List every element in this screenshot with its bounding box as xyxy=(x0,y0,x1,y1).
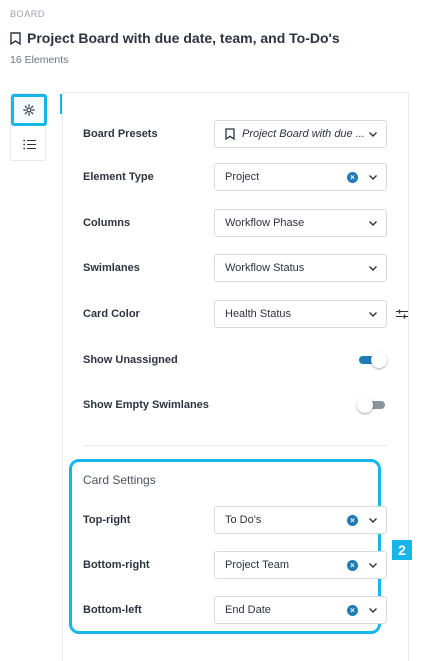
chevron-down-icon xyxy=(369,175,377,180)
bookmark-icon xyxy=(10,31,21,45)
board-settings-panel: Board Presets Project Board with due ...… xyxy=(62,92,409,661)
bottom-left-select[interactable]: End Date × xyxy=(214,596,387,624)
chevron-down-icon xyxy=(369,132,377,137)
card-settings-title: Card Settings xyxy=(83,473,156,487)
list-tab-button[interactable] xyxy=(13,130,45,158)
side-rail xyxy=(10,93,47,161)
show-empty-swimlanes-label: Show Empty Swimlanes xyxy=(83,399,209,411)
list-icon xyxy=(22,139,36,149)
card-color-row: Card Color Health Status xyxy=(83,300,408,328)
element-type-label: Element Type xyxy=(83,171,154,183)
toggle-knob xyxy=(357,397,373,413)
settings-tab-button[interactable] xyxy=(11,94,47,126)
gear-icon xyxy=(23,104,35,116)
chevron-down-icon xyxy=(369,563,377,568)
clear-icon[interactable]: × xyxy=(347,171,358,183)
page-title: Project Board with due date, team, and T… xyxy=(27,30,340,46)
show-unassigned-toggle[interactable] xyxy=(359,352,387,368)
board-title-row: Project Board with due date, team, and T… xyxy=(10,30,340,46)
top-right-row: Top-right To Do's × xyxy=(83,506,388,534)
element-type-select[interactable]: Project × xyxy=(214,163,387,191)
bottom-left-label: Bottom-left xyxy=(83,604,142,616)
bottom-right-select[interactable]: Project Team × xyxy=(214,551,387,579)
clear-icon[interactable]: × xyxy=(347,514,358,526)
show-unassigned-row: Show Unassigned xyxy=(83,346,388,374)
swimlanes-value: Workflow Status xyxy=(225,262,305,274)
annotation-badge-2: 2 xyxy=(392,540,412,560)
board-presets-label: Board Presets xyxy=(83,128,158,140)
element-type-row: Element Type Project × xyxy=(83,163,388,191)
toggle-knob xyxy=(371,352,387,368)
card-color-select[interactable]: Health Status xyxy=(214,300,387,328)
top-right-value: To Do's xyxy=(225,514,262,526)
columns-row: Columns Workflow Phase xyxy=(83,209,388,237)
board-eyebrow: BOARD xyxy=(10,9,46,19)
bottom-right-value: Project Team xyxy=(225,559,289,571)
top-right-label: Top-right xyxy=(83,514,131,526)
swimlanes-select[interactable]: Workflow Status xyxy=(214,254,387,282)
show-empty-swimlanes-row: Show Empty Swimlanes xyxy=(83,391,388,419)
chevron-down-icon xyxy=(369,608,377,613)
tune-icon[interactable] xyxy=(395,307,409,321)
chevron-down-icon xyxy=(369,518,377,523)
card-color-label: Card Color xyxy=(83,308,140,320)
bookmark-icon xyxy=(225,128,235,140)
board-presets-value: Project Board with due ... xyxy=(242,128,365,140)
clear-icon[interactable]: × xyxy=(347,559,358,571)
bottom-left-row: Bottom-left End Date × xyxy=(83,596,388,624)
element-count: 16 Elements xyxy=(10,54,69,66)
chevron-down-icon xyxy=(369,266,377,271)
section-divider xyxy=(83,445,388,446)
board-presets-select[interactable]: Project Board with due ... xyxy=(214,120,387,148)
board-presets-row: Board Presets Project Board with due ... xyxy=(83,120,388,148)
columns-value: Workflow Phase xyxy=(225,217,305,229)
bottom-right-row: Bottom-right Project Team × xyxy=(83,551,388,579)
chevron-down-icon xyxy=(369,221,377,226)
chevron-down-icon xyxy=(369,312,377,317)
element-type-value: Project xyxy=(225,171,260,183)
card-color-value: Health Status xyxy=(225,308,292,320)
top-right-select[interactable]: To Do's × xyxy=(214,506,387,534)
swimlanes-label: Swimlanes xyxy=(83,262,140,274)
columns-select[interactable]: Workflow Phase xyxy=(214,209,387,237)
clear-icon[interactable]: × xyxy=(347,604,358,616)
swimlanes-row: Swimlanes Workflow Status xyxy=(83,254,388,282)
bottom-right-label: Bottom-right xyxy=(83,559,150,571)
show-unassigned-label: Show Unassigned xyxy=(83,354,178,366)
show-empty-swimlanes-toggle[interactable] xyxy=(357,397,385,413)
bottom-left-value: End Date xyxy=(225,604,271,616)
columns-label: Columns xyxy=(83,217,131,229)
